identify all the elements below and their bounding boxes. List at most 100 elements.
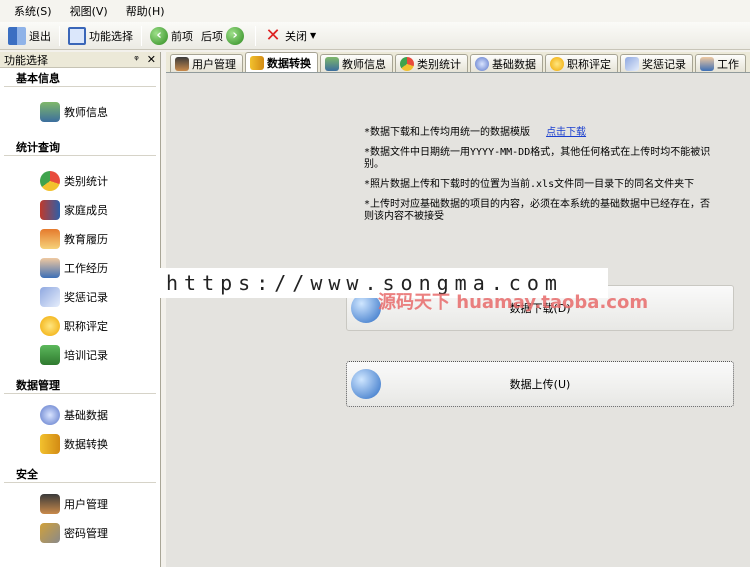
exit-button[interactable]: 退出 [4, 24, 55, 48]
people-icon [325, 56, 339, 71]
toolbar: 退出 功能选择 ‹ 前项 后项 › ✕ 关闭 ▼ [0, 22, 750, 50]
tab-rewards[interactable]: 奖惩记录 [620, 54, 693, 72]
group-title-basic[interactable]: 基本信息 [0, 68, 160, 86]
tab-label: 数据转换 [267, 56, 311, 70]
content-area: *数据下载和上传均用统一的数据模版 点击下载 *数据文件中日期统一用YYYY-M… [166, 73, 750, 567]
tab-base-data[interactable]: 基础数据 [470, 54, 543, 72]
exit-icon [8, 26, 26, 45]
certificate-icon [625, 56, 639, 71]
tab-label: 职称评定 [567, 57, 611, 71]
close-x-icon: ✕ [265, 24, 281, 46]
nav-item-category-stats[interactable]: 类别统计 [0, 166, 160, 195]
nav-label: 教师信息 [64, 106, 108, 119]
nav-label: 家庭成员 [64, 203, 108, 217]
tab-label: 用户管理 [192, 57, 236, 71]
toolbar-separator [59, 25, 60, 46]
nav-item-rewards[interactable]: 奖惩记录 [0, 282, 160, 311]
nav-label: 数据转换 [64, 437, 108, 451]
training-icon [40, 344, 60, 365]
note-photo: *照片数据上传和下载时的位置为当前.xls文件同一目录下的同名文件夹下 [364, 179, 695, 190]
tab-label: 教师信息 [342, 57, 386, 71]
next-label: 后项 [201, 29, 223, 43]
nav-item-title-eval[interactable]: 职称评定 [0, 311, 160, 340]
prev-label: 前项 [171, 29, 193, 43]
nav-item-data-convert[interactable]: 数据转换 [0, 429, 160, 458]
panel-close-icon[interactable]: ✕ [147, 53, 156, 66]
group-title-security[interactable]: 安全 [0, 464, 160, 482]
note-date-format: *数据文件中日期统一用YYYY-MM-DD格式，其他任何格式在上传时均不能被识别… [364, 147, 711, 170]
watermark-red-text: 源码天下 huamay.taoba.com [378, 292, 649, 313]
star-icon [550, 56, 564, 71]
tab-strip: 用户管理 数据转换 教师信息 类别统计 基础数据 职称评定 奖惩记录 工作 [166, 52, 750, 73]
download-template-link[interactable]: 点击下载 [546, 127, 586, 138]
tab-label: 奖惩记录 [642, 57, 686, 71]
arrow-left-icon: ‹ [150, 26, 168, 45]
toolbar-separator [141, 25, 142, 46]
tab-category-stats[interactable]: 类别统计 [395, 54, 468, 72]
nav-label: 工作经历 [64, 261, 108, 275]
star-icon [40, 315, 60, 336]
convert-icon [250, 55, 264, 70]
house-icon [40, 228, 60, 249]
function-select-label: 功能选择 [89, 29, 133, 43]
globe-upload-icon [351, 369, 381, 399]
pin-icon[interactable]: ᵠ [134, 53, 139, 66]
menu-help[interactable]: 帮助(H) [126, 3, 165, 19]
nav-label: 教育履历 [64, 232, 108, 246]
arrow-right-icon: › [226, 26, 244, 45]
nav-item-training[interactable]: 培训记录 [0, 340, 160, 369]
menu-view[interactable]: 视图(V) [70, 3, 108, 19]
key-icon [40, 522, 60, 543]
nav-item-education[interactable]: 教育履历 [0, 224, 160, 253]
group-title-data[interactable]: 数据管理 [0, 375, 160, 393]
nav-item-password[interactable]: 密码管理 [0, 518, 160, 547]
next-button[interactable]: 后项 › [197, 24, 251, 48]
certificate-icon [40, 286, 60, 307]
user-icon [40, 493, 60, 514]
tab-data-convert[interactable]: 数据转换 [245, 52, 318, 72]
panel-title: 功能选择 [4, 53, 48, 67]
function-select-button[interactable]: 功能选择 [64, 24, 137, 48]
nav-label: 密码管理 [64, 526, 108, 540]
toolbar-separator [255, 25, 256, 46]
note-template: *数据下载和上传均用统一的数据模版 点击下载 [364, 127, 714, 139]
nav-label: 类别统计 [64, 174, 108, 188]
tab-teacher-info[interactable]: 教师信息 [320, 54, 393, 72]
tab-work[interactable]: 工作 [695, 54, 746, 72]
pie-chart-icon [400, 56, 414, 71]
pie-chart-icon [40, 170, 60, 191]
nav-label: 职称评定 [64, 319, 108, 333]
nav-label: 用户管理 [64, 497, 108, 511]
gear-icon [475, 56, 489, 71]
close-button[interactable]: ✕ 关闭 ▼ [260, 24, 320, 48]
nav-label: 奖惩记录 [64, 290, 108, 304]
nav-item-work[interactable]: 工作经历 [0, 253, 160, 282]
nav-item-base-data[interactable]: 基础数据 [0, 400, 160, 429]
nav-label: 培训记录 [64, 348, 108, 362]
prev-button[interactable]: ‹ 前项 [146, 24, 197, 48]
family-icon [40, 199, 60, 220]
upload-label: 数据上传(U) [509, 378, 571, 391]
note-base-data: *上传时对应基础数据的项目的内容，必须在本系统的基础数据中已经存在，否则该内容不… [364, 199, 711, 222]
nav-item-user-mgmt[interactable]: 用户管理 [0, 489, 160, 518]
nav-item-family[interactable]: 家庭成员 [0, 195, 160, 224]
tab-user-mgmt[interactable]: 用户管理 [170, 54, 243, 72]
user-icon [175, 56, 189, 71]
close-label: 关闭 [285, 29, 307, 43]
people-icon [40, 102, 60, 122]
instructions: *数据下载和上传均用统一的数据模版 点击下载 *数据文件中日期统一用YYYY-M… [364, 127, 714, 231]
exit-label: 退出 [29, 29, 51, 43]
window-icon [68, 26, 86, 45]
tab-title-eval[interactable]: 职称评定 [545, 54, 618, 72]
nav-item-teacher-info[interactable]: 教师信息 [0, 87, 160, 137]
function-panel: 功能选择 ᵠ ✕ 基本信息 教师信息 统计查询 类别统计 家庭成员 教育履历 工… [0, 52, 161, 567]
chevron-down-icon[interactable]: ▼ [310, 31, 316, 40]
menu-system[interactable]: 系统(S) [14, 3, 52, 19]
data-upload-button[interactable]: 数据上传(U) [346, 361, 734, 407]
tab-label: 基础数据 [492, 57, 536, 71]
worker-icon [40, 257, 60, 278]
tab-label: 工作 [717, 57, 739, 71]
group-title-stats[interactable]: 统计查询 [0, 137, 160, 155]
tab-label: 类别统计 [417, 57, 461, 71]
panel-header: 功能选择 ᵠ ✕ [0, 52, 160, 68]
